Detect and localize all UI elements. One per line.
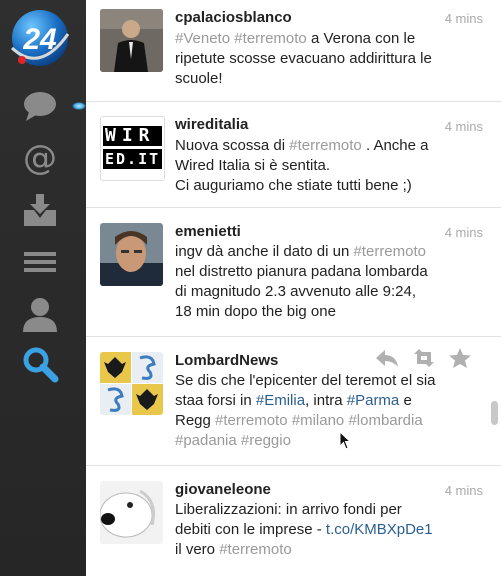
- tweet-text-line: il vero #terremoto: [175, 540, 487, 560]
- speech-bubble-icon[interactable]: [20, 86, 60, 126]
- svg-text:@: @: [23, 138, 57, 178]
- tweet-text-segment: . Anche a: [361, 137, 429, 154]
- tweet-text-line: Wired Italia si è sentita.: [175, 156, 487, 176]
- retweet-icon[interactable]: [411, 347, 437, 369]
- user-icon[interactable]: [20, 294, 60, 334]
- tweet-text-segment: ripetute scosse evacuano addirittura le: [175, 50, 432, 67]
- tweet-text-segment: a Verona con le: [306, 30, 416, 47]
- tweet-text-segment: e: [399, 392, 412, 409]
- tweet-text-segment: , intra: [305, 392, 347, 409]
- hashtag-link[interactable]: #reggio: [241, 432, 291, 449]
- mouse-cursor-icon: [339, 430, 352, 451]
- hashtag-link[interactable]: #terremoto: [289, 137, 362, 154]
- tweet-timestamp: 4 mins: [444, 225, 483, 240]
- tweet-text: #Veneto #terremoto a Verona con le ripetu…: [175, 29, 487, 89]
- tweet-text-segment: ingv dà anche il dato di un: [175, 243, 354, 260]
- tweet-text-segment: debiti con le imprese -: [175, 521, 326, 538]
- tweet-text-segment: Ci auguriamo che stiate tutti bene ;): [175, 177, 412, 194]
- tweet-text-segment: nel distretto pianura padana lombarda: [175, 263, 428, 280]
- inline-link[interactable]: t.co/KMBXpDe1: [326, 521, 433, 538]
- inline-link[interactable]: #Parma: [347, 392, 400, 409]
- sidebar: 24 @: [0, 0, 86, 576]
- avatar[interactable]: WIR ED.IT: [100, 116, 165, 181]
- tweet-item[interactable]: WIR ED.IT wireditalia 4 mins Nuova scoss…: [86, 101, 501, 208]
- hashtag-link[interactable]: #terremoto: [234, 30, 307, 47]
- tweet-text-line: Regg #terremoto #milano #lombardia: [175, 411, 487, 431]
- at-icon[interactable]: @: [20, 138, 60, 178]
- tweet-text-line: staa forsi in #Emilia, intra #Parma e: [175, 391, 487, 411]
- tweet-text-segment: di magnitudo 2.3 avvenuto alle 9:24,: [175, 283, 417, 300]
- tweet-username[interactable]: wireditalia: [175, 116, 248, 133]
- tweet-username[interactable]: emenietti: [175, 223, 241, 240]
- tweet-timestamp: 4 mins: [444, 483, 483, 498]
- inline-link[interactable]: #Emilia: [256, 392, 305, 409]
- tweet-item[interactable]: emenietti 4 mins ingv dà anche il dato d…: [86, 207, 501, 337]
- hashtag-link[interactable]: #Veneto: [175, 30, 230, 47]
- unread-indicator: [72, 102, 86, 110]
- tweet-text-line: #padania #reggio: [175, 431, 487, 451]
- tweet-text-line: Se dis che l'epicenter del teremot el si…: [175, 371, 487, 391]
- tweet-text-line: Nuova scossa di #terremoto . Anche a: [175, 136, 487, 156]
- tweet-text-segment: Nuova scossa di: [175, 137, 290, 154]
- tweet-actions: [368, 347, 473, 369]
- search-icon[interactable]: [20, 344, 60, 384]
- tweet-text-line: ingv dà anche il dato di un #terremoto: [175, 242, 487, 262]
- hashtag-link[interactable]: #terremoto: [353, 243, 426, 260]
- hashtag-link[interactable]: #padania: [175, 432, 237, 449]
- avatar[interactable]: [100, 223, 163, 286]
- tweet-username[interactable]: cpalaciosblanco: [175, 9, 292, 26]
- tweet-text-line: nel distretto pianura padana lombarda: [175, 262, 487, 282]
- hashtag-link[interactable]: #lombardia: [348, 412, 422, 429]
- hashtag-link[interactable]: #terremoto: [215, 412, 288, 429]
- tweet-text: Se dis che l'epicenter del teremot el si…: [175, 371, 487, 451]
- avatar[interactable]: [100, 352, 163, 415]
- avatar[interactable]: [100, 9, 163, 72]
- tweet-text-line: ripetute scosse evacuano addirittura le: [175, 49, 487, 69]
- tweet-username[interactable]: LombardNews: [175, 352, 278, 369]
- scrollbar-thumb[interactable]: [491, 401, 498, 425]
- tweet-text-segment: staa forsi in: [175, 392, 256, 409]
- tweet-timestamp: 4 mins: [444, 119, 483, 134]
- tweet-text-segment: Regg: [175, 412, 216, 429]
- tweet-text-segment: Se dis che l'epicenter del teremot el si…: [175, 372, 436, 389]
- tweet-text-line: #Veneto #terremoto a Verona con le: [175, 29, 487, 49]
- favorite-star-icon[interactable]: [447, 347, 473, 369]
- avatar-logo-line: WIR: [103, 126, 163, 146]
- menu-lines-icon[interactable]: [20, 242, 60, 282]
- tweet-text-segment: scuole!: [175, 70, 223, 87]
- tweet-text-line: di magnitudo 2.3 avvenuto alle 9:24,: [175, 282, 487, 302]
- reply-icon[interactable]: [374, 347, 400, 369]
- avatar-logo-line: ED.IT: [103, 149, 163, 169]
- tweet-text-line: debiti con le imprese - t.co/KMBXpDe1: [175, 520, 487, 540]
- tweet-text-line: Liberalizzazioni: in arrivo fondi per: [175, 500, 487, 520]
- tweet-text: Nuova scossa di #terremoto . Anche a Wire…: [175, 136, 487, 196]
- tweet-item[interactable]: cpalaciosblanco 4 mins #Veneto #terremot…: [86, 0, 501, 102]
- tweet-username[interactable]: giovaneleone: [175, 481, 271, 498]
- tweet-text-line: 18 min dopo the big one: [175, 302, 487, 322]
- tweet-text: ingv dà anche il dato di un #terremoto ne…: [175, 242, 487, 322]
- hashtag-link[interactable]: #terremoto: [219, 541, 292, 558]
- inbox-download-icon[interactable]: [20, 190, 60, 230]
- logo-text: 24: [22, 23, 57, 56]
- hashtag-link[interactable]: #milano: [292, 412, 345, 429]
- tweet-feed[interactable]: cpalaciosblanco 4 mins #Veneto #terremot…: [86, 0, 501, 576]
- tweet-text-segment: Liberalizzazioni: in arrivo fondi per: [175, 501, 402, 518]
- tweet-text: Liberalizzazioni: in arrivo fondi per deb…: [175, 500, 487, 560]
- tweet-item[interactable]: giovaneleone 4 mins Liberalizzazioni: in…: [86, 465, 501, 576]
- tweet-text-segment: Wired Italia si è sentita.: [175, 157, 331, 174]
- tweet-timestamp: 4 mins: [444, 11, 483, 26]
- globe-24-logo-icon: 24: [10, 10, 70, 66]
- app-logo[interactable]: 24: [6, 4, 74, 72]
- tweet-text-line: scuole!: [175, 69, 487, 89]
- tweet-text-line: Ci auguriamo che stiate tutti bene ;): [175, 176, 487, 196]
- tweet-text-segment: il vero: [175, 541, 220, 558]
- tweet-text-segment: 18 min dopo the big one: [175, 303, 336, 320]
- avatar[interactable]: [100, 481, 163, 544]
